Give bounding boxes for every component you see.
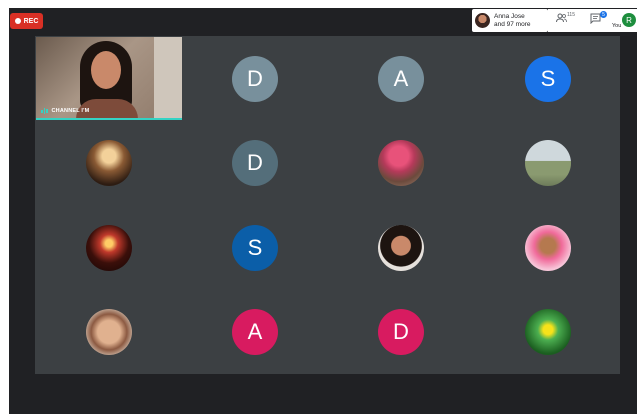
participant-avatar-d[interactable]: D [232, 140, 278, 186]
avatar-initial: D [247, 150, 263, 175]
hands-photo-icon[interactable] [86, 309, 132, 355]
participant-avatar-s[interactable]: S [232, 225, 278, 271]
participant-avatar-d[interactable]: D [378, 309, 424, 355]
avatar-initial: D [393, 319, 409, 344]
speaking-indicator-icon [41, 108, 48, 114]
jesus-heart-photo-icon[interactable] [525, 225, 571, 271]
participants-chip[interactable]: Anna Jose and 97 more [472, 9, 548, 32]
flowers-photo-icon[interactable] [378, 140, 424, 186]
participant-avatar-a[interactable]: A [378, 56, 424, 102]
people-count: 115 [567, 12, 575, 18]
presenter-video-tile[interactable]: CHANNEL I'M [36, 37, 182, 120]
room-photo-icon[interactable] [86, 140, 132, 186]
people-icon[interactable] [556, 13, 567, 23]
recording-label: REC [23, 17, 39, 25]
you-label: You [612, 23, 622, 29]
participant-avatar-s[interactable]: S [525, 56, 571, 102]
participant-avatar-a[interactable]: A [232, 309, 278, 355]
participant-avatar-d[interactable]: D [232, 56, 278, 102]
avatar-initial: A [393, 66, 409, 91]
avatar-initial: A [247, 319, 263, 344]
avatar-initial: S [247, 235, 263, 260]
participants-chip-text: Anna Jose and 97 more [494, 13, 531, 29]
yellow-flower-photo-icon[interactable] [525, 309, 571, 355]
participants-chip-name: Anna Jose [494, 12, 525, 20]
girl-portrait-photo-icon[interactable] [378, 225, 424, 271]
presenter-face [91, 51, 121, 89]
participants-chip-more: and 97 more [494, 20, 531, 28]
top-right-controls: 115 5 You R [548, 9, 637, 32]
self-avatar[interactable]: R [622, 13, 636, 27]
video-background [154, 37, 182, 120]
recording-badge: REC [10, 13, 43, 29]
participant-avatar-icon [475, 13, 490, 28]
landscape-photo-icon[interactable] [525, 140, 571, 186]
record-icon [14, 18, 21, 24]
presenter-name-label: CHANNEL I'M [41, 108, 89, 114]
candle-photo-icon[interactable] [86, 225, 132, 271]
avatar-initial: S [540, 66, 556, 91]
avatar-initial: D [247, 66, 263, 91]
chat-badge: 5 [600, 11, 607, 18]
presenter-name: CHANNEL I'M [51, 108, 90, 114]
active-speaker-bar [36, 118, 182, 120]
